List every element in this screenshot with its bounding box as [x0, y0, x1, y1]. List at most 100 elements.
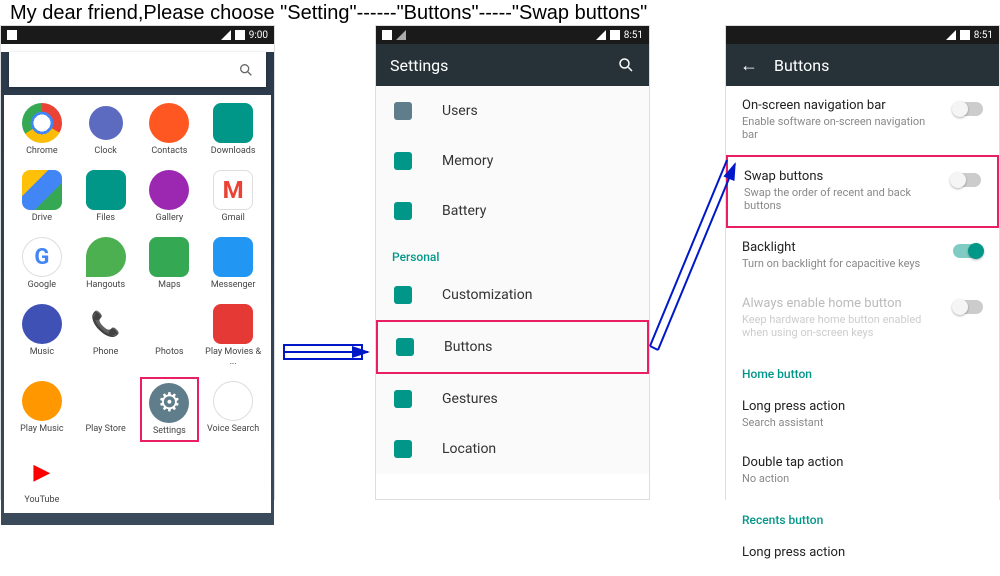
app-gallery[interactable]: Gallery [140, 166, 200, 227]
buttons-list: On-screen navigation barEnable software … [726, 86, 999, 576]
item-label: Gestures [442, 391, 498, 407]
app-label: YouTube [24, 495, 59, 505]
app-label: Messenger [211, 280, 256, 290]
drive-icon [22, 170, 62, 210]
instruction-text: My dear friend,Please choose "Setting"--… [10, 2, 647, 25]
toggle-switch[interactable] [953, 244, 983, 258]
clock: 8:51 [624, 30, 643, 41]
settings-item-buttons[interactable]: Buttons [376, 320, 649, 374]
settings-item-gestures[interactable]: Gestures [376, 374, 649, 424]
app-maps[interactable]: Maps [140, 233, 200, 294]
app-settings[interactable]: Settings [140, 377, 200, 442]
app-photos[interactable]: Photos [140, 300, 200, 371]
app-phone[interactable]: Phone [76, 300, 136, 371]
hangouts-icon [86, 237, 126, 277]
settings-item-battery[interactable]: Battery [376, 186, 649, 236]
app-music[interactable]: Music [12, 300, 72, 371]
search-icon[interactable] [617, 56, 635, 74]
toggle-swap-buttons[interactable]: Swap buttonsSwap the order of recent and… [726, 155, 999, 228]
app-label: Settings [153, 426, 186, 436]
app-messenger[interactable]: Messenger [203, 233, 263, 294]
toggle-sub: Enable software on-screen navigation bar [742, 115, 943, 141]
toggle-sub: Swap the order of recent and back button… [744, 186, 941, 212]
clock: 9:00 [249, 30, 268, 41]
toggle-on-screen-navigation-bar[interactable]: On-screen navigation barEnable software … [726, 86, 999, 155]
battery-icon [610, 30, 620, 40]
toggle-always-enable-home-button: Always enable home buttonKeep hardware h… [726, 284, 999, 353]
statusbar: 9:00 [1, 26, 274, 44]
settings-item-users[interactable]: Users [376, 86, 649, 136]
maps-icon [149, 237, 189, 277]
statusbar: 8:51 [376, 26, 649, 44]
app-voice-search[interactable]: Voice Search [203, 377, 263, 442]
arrow-1 [280, 335, 380, 375]
photos-icon [149, 304, 189, 344]
app-play-music[interactable]: Play Music [12, 377, 72, 442]
settings-item-location[interactable]: Location [376, 424, 649, 474]
music-icon [22, 304, 62, 344]
messenger-icon [213, 237, 253, 277]
action-sub: Search assistant [742, 416, 973, 429]
notification-icon [7, 30, 17, 40]
youtube-icon [22, 452, 62, 492]
item-icon [392, 200, 414, 222]
toggle-sub: Turn on backlight for capacitive keys [742, 257, 943, 270]
signal-icon [221, 30, 231, 40]
action-title: Long press action [742, 399, 973, 414]
chrome-icon [22, 103, 62, 143]
app-files[interactable]: Files [76, 166, 136, 227]
search-bar[interactable] [9, 52, 266, 87]
app-gmail[interactable]: Gmail [203, 166, 263, 227]
battery-icon [235, 30, 245, 40]
item-label: Customization [442, 287, 532, 303]
toggle-switch[interactable] [951, 173, 981, 187]
battery-icon [960, 30, 970, 40]
action-title: Long press action [742, 545, 973, 560]
app-downloads[interactable]: Downloads [203, 99, 263, 160]
app-drive[interactable]: Drive [12, 166, 72, 227]
app-google[interactable]: Google [12, 233, 72, 294]
app-hangouts[interactable]: Hangouts [76, 233, 136, 294]
app-label: Gmail [221, 213, 244, 223]
settings-item-memory[interactable]: Memory [376, 136, 649, 186]
back-icon[interactable]: ← [740, 55, 758, 76]
app-label: Voice Search [207, 424, 259, 434]
app-label: Clock [94, 146, 116, 156]
settings-icon [149, 383, 189, 423]
buttons-title: Buttons [774, 56, 829, 75]
toggle-switch[interactable] [953, 102, 983, 116]
signal-icon [946, 30, 956, 40]
item-label: Buttons [444, 339, 492, 355]
phone-settings: 8:51 Settings UsersMemoryBatteryPersonal… [375, 25, 650, 500]
app-play-movies-[interactable]: Play Movies & ... [203, 300, 263, 371]
app-label: Hangouts [86, 280, 125, 290]
item-icon [394, 336, 416, 358]
app-label: Phone [93, 347, 119, 357]
settings-item-customization[interactable]: Customization [376, 270, 649, 320]
app-contacts[interactable]: Contacts [140, 99, 200, 160]
app-play-store[interactable]: Play Store [76, 377, 136, 442]
notification-icon [382, 30, 392, 40]
section-recents-button: Recents button [726, 499, 999, 533]
app-label: Contacts [151, 146, 187, 156]
app-label: Photos [155, 347, 183, 357]
action-title: Double tap action [742, 455, 973, 470]
toggle-backlight[interactable]: Backlight Turn on backlight for capacitiv… [726, 228, 999, 284]
app-chrome[interactable]: Chrome [12, 99, 72, 160]
app-label: Files [96, 213, 115, 223]
item-label: Users [442, 103, 478, 119]
voice-search-icon [213, 381, 253, 421]
item-label: Battery [442, 203, 486, 219]
app-label: Play Music [20, 424, 64, 434]
settings-header: Settings [376, 44, 649, 86]
statusbar: 8:51 [726, 26, 999, 44]
phone-icon [86, 304, 126, 344]
play-movies--icon [213, 304, 253, 344]
action-long-press-action[interactable]: Long press action Search assistant [726, 387, 999, 443]
action-long-press-action[interactable]: Long press action [726, 533, 999, 576]
toggle-title: Backlight [742, 240, 943, 255]
clock: 8:51 [974, 30, 993, 41]
action-double-tap-action[interactable]: Double tap actionNo action [726, 443, 999, 499]
item-label: Location [442, 441, 496, 457]
app-clock[interactable]: Clock [76, 99, 136, 160]
